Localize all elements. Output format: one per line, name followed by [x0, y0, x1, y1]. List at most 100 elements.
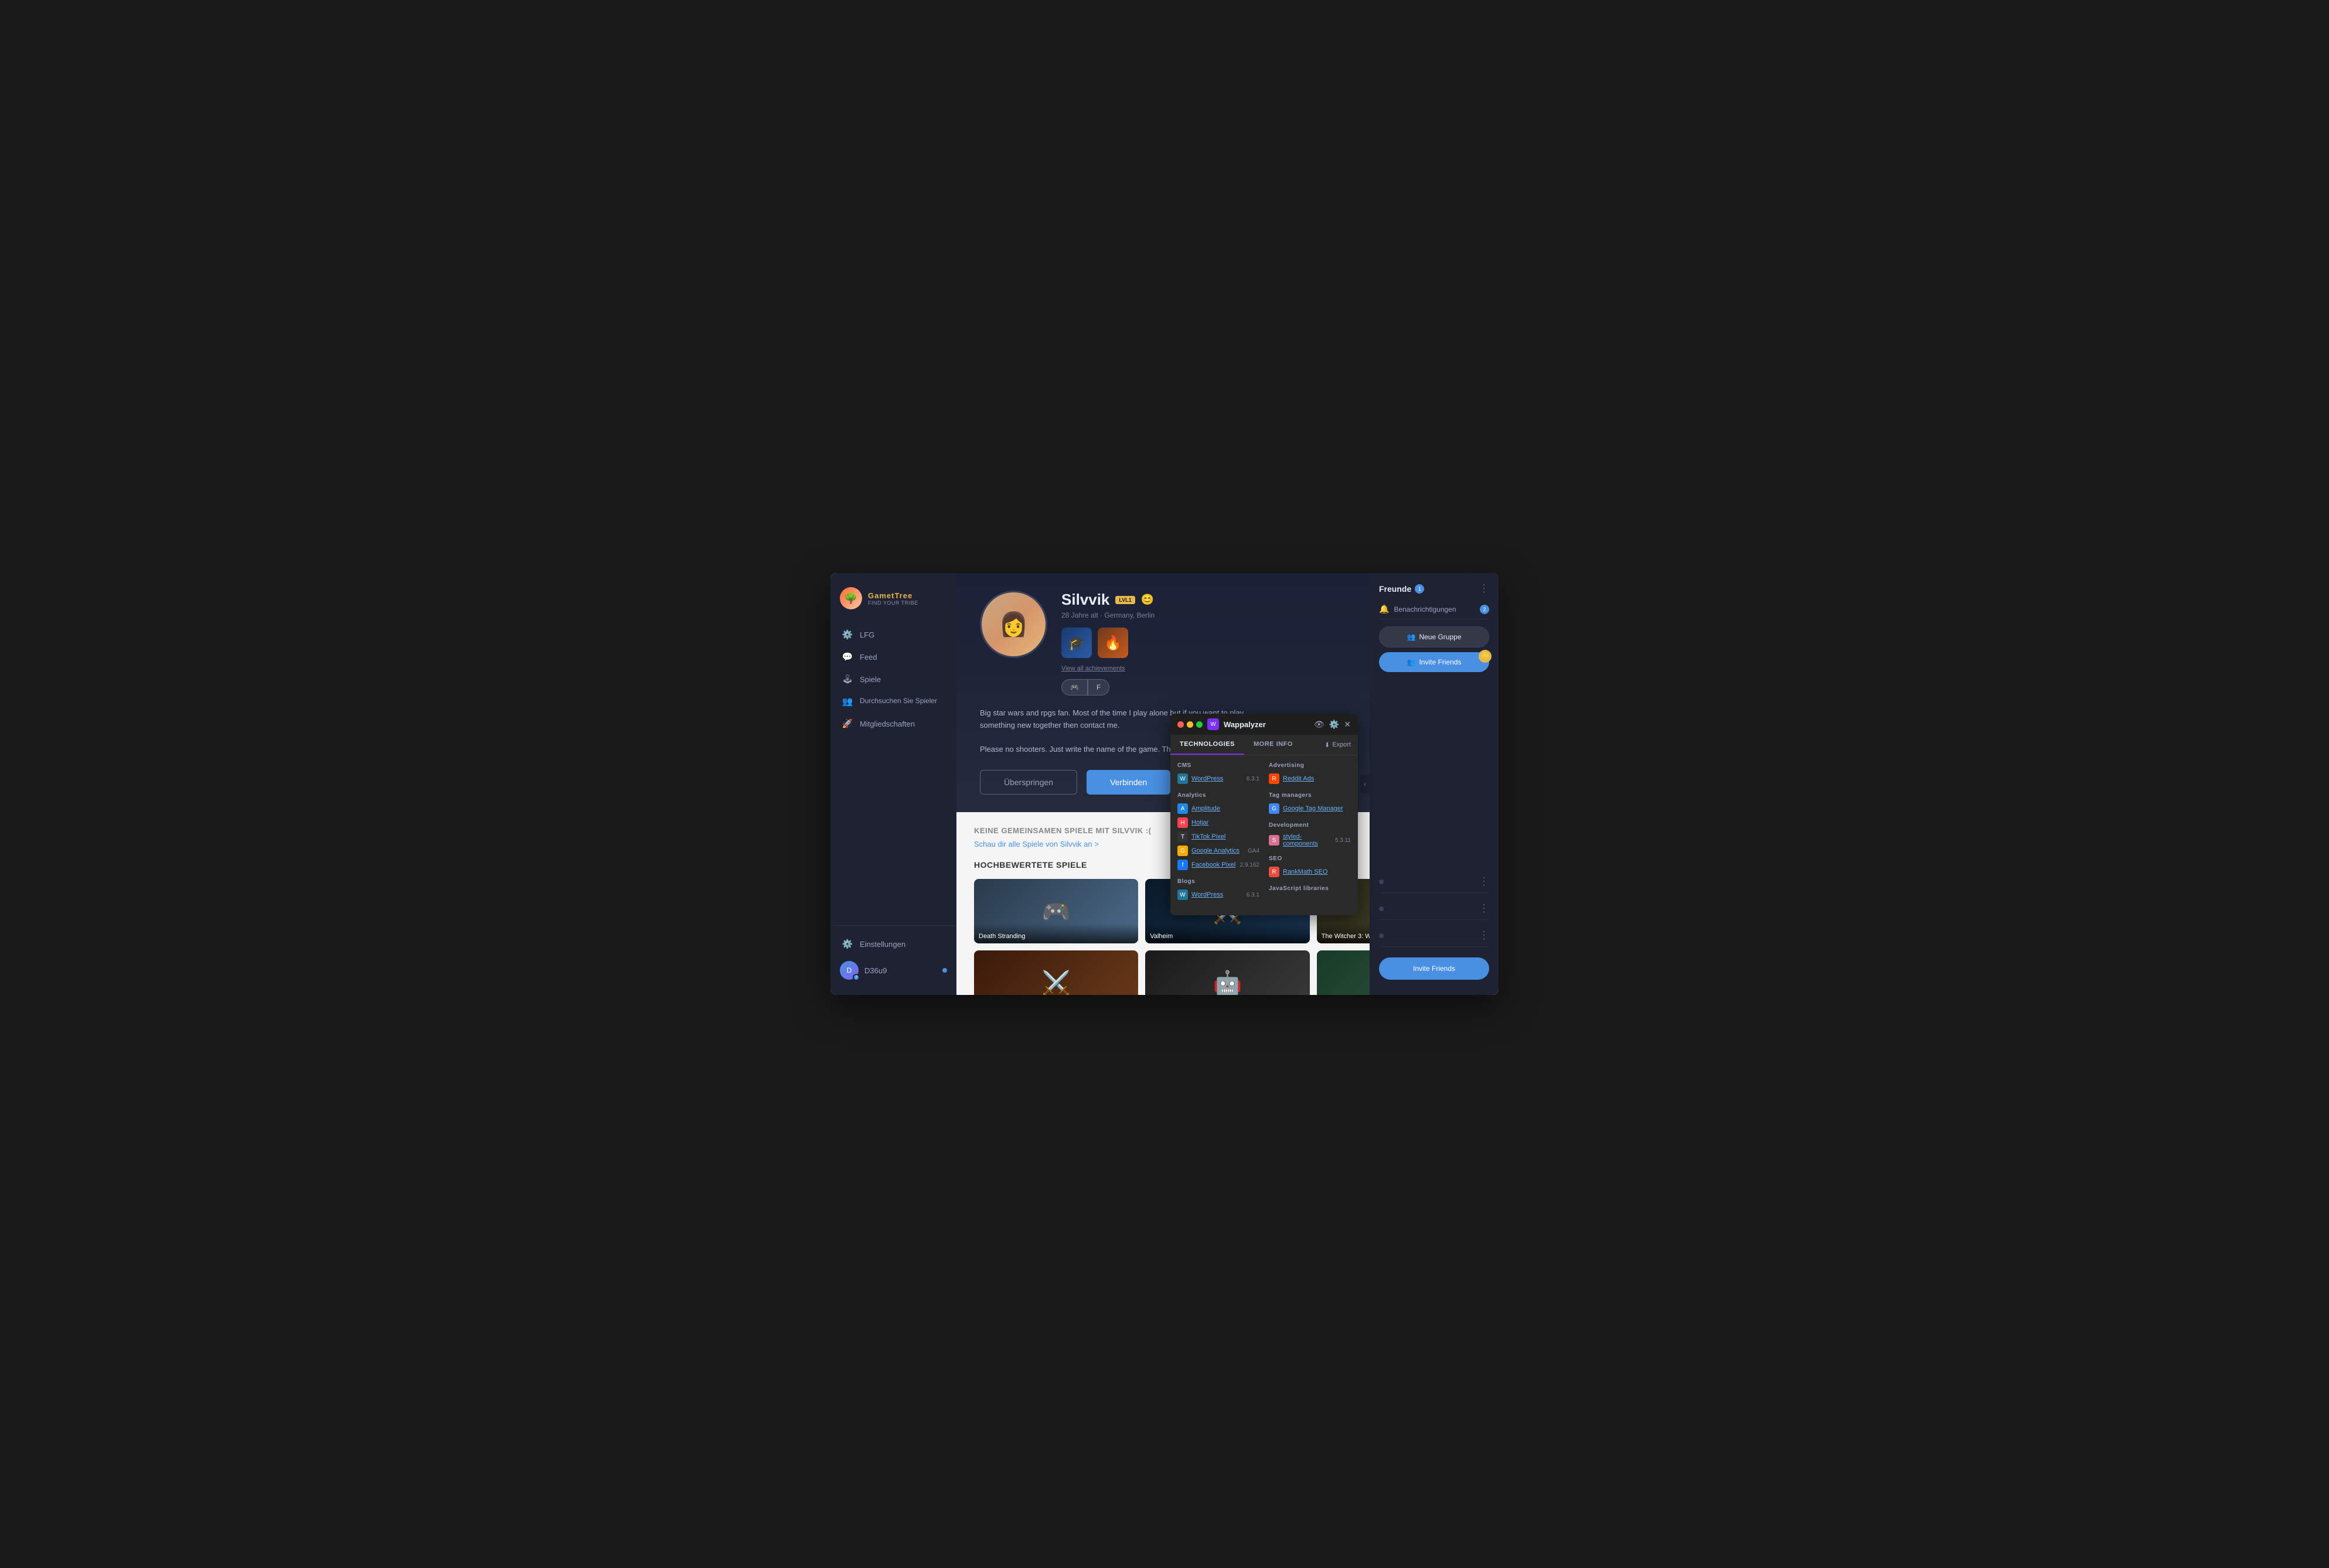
- nav-browse[interactable]: 👥 Durchsuchen Sie Spieler: [830, 690, 956, 713]
- invite-btn-2[interactable]: Invite Friends: [1379, 957, 1489, 980]
- tiktok-link[interactable]: TikTok Pixel: [1191, 833, 1225, 840]
- logo-icon: 🌳: [840, 587, 862, 609]
- user-badge: 7: [853, 974, 860, 981]
- cms-title: CMS: [1177, 762, 1259, 769]
- category-tag-managers: Tag managers G Google Tag Manager: [1269, 792, 1351, 814]
- invite-icon: 👥: [1407, 658, 1416, 666]
- new-group-button[interactable]: 👥 Neue Gruppe: [1379, 626, 1489, 647]
- wappalyzer-popup: W Wappalyzer 👁 ⚙️ ✕ TECHNOLOGIES MORE IN…: [1170, 714, 1358, 915]
- platform-epic[interactable]: F: [1088, 679, 1109, 696]
- tiktok-icon: T: [1177, 831, 1188, 842]
- game-card-unknown1[interactable]: 🤖: [1145, 950, 1309, 995]
- tab-more-info[interactable]: MORE INFO: [1244, 735, 1302, 755]
- export-icon: ⬇: [1324, 741, 1330, 749]
- ga-icon: G: [1177, 846, 1188, 856]
- rankmath-link[interactable]: RankMath SEO: [1283, 868, 1327, 875]
- wappalyzer-title: Wappalyzer: [1224, 720, 1309, 729]
- blog-wp-icon: W: [1177, 889, 1188, 900]
- invite-friends-button[interactable]: 👥 Invite Friends 🪙: [1379, 652, 1489, 672]
- tag-managers-title: Tag managers: [1269, 792, 1351, 799]
- friends-tab-label: Freunde: [1379, 584, 1411, 594]
- maximize-button[interactable]: [1196, 721, 1203, 728]
- game-card-metin[interactable]: ⚔️ Metin2: [974, 950, 1138, 995]
- section-dots-1[interactable]: ⋮: [1479, 875, 1489, 888]
- level-badge: LVL1: [1115, 596, 1135, 604]
- profile-emoji: 😊: [1141, 594, 1154, 606]
- minimize-button[interactable]: [1187, 721, 1193, 728]
- notifications-row[interactable]: 🔔 Benachrichtigungen 2: [1379, 599, 1489, 619]
- category-development: Development S styled-components 5.3.11: [1269, 822, 1351, 847]
- hotjar-link[interactable]: Hotjar: [1191, 819, 1208, 826]
- panel-toggle-chevron[interactable]: ‹: [1360, 775, 1370, 793]
- connect-button[interactable]: Verbinden: [1087, 770, 1170, 795]
- category-javascript: JavaScript libraries: [1269, 885, 1351, 892]
- wappalyzer-content: CMS W WordPress 6.3.1 Analytics A Amplit…: [1170, 755, 1358, 915]
- amplitude-link[interactable]: Amplitude: [1191, 805, 1220, 812]
- nav-memberships[interactable]: 🚀 Mitgliedschaften: [830, 713, 956, 735]
- notifications-label: Benachrichtigungen: [1394, 605, 1475, 613]
- ga-link[interactable]: Google Analytics: [1191, 847, 1240, 854]
- logo-tagline: FIND YOUR TRIBE: [868, 600, 918, 606]
- fb-link[interactable]: Facebook Pixel: [1191, 861, 1235, 868]
- styled-icon: S: [1269, 835, 1279, 846]
- nav-games[interactable]: 🕹 Spiele: [830, 668, 956, 690]
- coin-badge: 🪙: [1479, 650, 1492, 663]
- section-dots-2[interactable]: ⋮: [1479, 902, 1489, 915]
- group-icon: 👥: [1407, 633, 1416, 641]
- wappalyzer-logo: W: [1207, 718, 1219, 730]
- category-blogs: Blogs W WordPress 6.3.1: [1177, 878, 1259, 900]
- nav-lfg[interactable]: ⚙️ LFG: [830, 623, 956, 646]
- close-button[interactable]: [1177, 721, 1184, 728]
- profile-avatar: 👩: [980, 591, 1047, 658]
- wordpress-link[interactable]: WordPress: [1191, 775, 1223, 782]
- user-avatar: D 7: [840, 961, 859, 980]
- gear-icon[interactable]: ⚙️: [1329, 720, 1339, 730]
- current-user[interactable]: D 7 D36u9: [830, 955, 956, 986]
- settings-icon: ⚙️: [842, 939, 853, 949]
- advertising-reddit: R Reddit Ads: [1269, 773, 1351, 784]
- analytics-ga: G Google Analytics GA4: [1177, 846, 1259, 856]
- eye-icon[interactable]: 👁: [1314, 720, 1324, 730]
- analytics-title: Analytics: [1177, 792, 1259, 799]
- blogs-title: Blogs: [1177, 878, 1259, 885]
- tagmanager-gtm: G Google Tag Manager: [1269, 803, 1351, 814]
- seo-title: SEO: [1269, 855, 1351, 862]
- close-icon[interactable]: ✕: [1344, 720, 1351, 730]
- logo: 🌳 GametTree FIND YOUR TRIBE: [830, 582, 956, 623]
- game-card-death-stranding[interactable]: 🎮 Death Stranding: [974, 879, 1138, 943]
- seo-rankmath: R RankMath SEO: [1269, 867, 1351, 877]
- tab-technologies[interactable]: TECHNOLOGIES: [1170, 735, 1244, 755]
- panel-options[interactable]: ⋮: [1479, 582, 1489, 595]
- fb-icon: f: [1177, 860, 1188, 870]
- user-online-dot: [942, 968, 947, 973]
- notifications-badge: 2: [1480, 605, 1489, 614]
- platform-xbox[interactable]: 🎮: [1061, 679, 1088, 696]
- browse-icon: 👥: [842, 696, 853, 707]
- logo-name: GametTree: [868, 591, 918, 600]
- memberships-icon: 🚀: [842, 718, 853, 729]
- analytics-hotjar: H Hotjar: [1177, 817, 1259, 828]
- javascript-title: JavaScript libraries: [1269, 885, 1351, 892]
- cms-wordpress: W WordPress 6.3.1: [1177, 773, 1259, 784]
- gtm-link[interactable]: Google Tag Manager: [1283, 805, 1343, 812]
- wappalyzer-tabs: TECHNOLOGIES MORE INFO ⬇ Export: [1170, 735, 1358, 755]
- styled-link[interactable]: styled-components: [1283, 833, 1332, 847]
- sidebar: 🌳 GametTree FIND YOUR TRIBE ⚙️ LFG 💬 Fee…: [830, 573, 956, 995]
- rankmath-icon: R: [1269, 867, 1279, 877]
- category-advertising: Advertising R Reddit Ads: [1269, 762, 1351, 784]
- bell-icon: 🔔: [1379, 604, 1389, 614]
- analytics-fb: f Facebook Pixel 2.9.162: [1177, 860, 1259, 870]
- section-dots-3[interactable]: ⋮: [1479, 929, 1489, 942]
- blog-wp-link[interactable]: WordPress: [1191, 891, 1223, 898]
- gtm-icon: G: [1269, 803, 1279, 814]
- game-label-valheim: Valheim: [1145, 923, 1309, 943]
- nav-feed[interactable]: 💬 Feed: [830, 646, 956, 668]
- category-seo: SEO R RankMath SEO: [1269, 855, 1351, 877]
- export-button[interactable]: ⬇ Export: [1317, 735, 1358, 755]
- profile-name: Silvvik: [1061, 591, 1109, 609]
- reddit-link[interactable]: Reddit Ads: [1283, 775, 1314, 782]
- hotjar-icon: H: [1177, 817, 1188, 828]
- skip-button[interactable]: Überspringen: [980, 770, 1077, 795]
- wappalyzer-titlebar: W Wappalyzer 👁 ⚙️ ✕: [1170, 714, 1358, 735]
- nav-settings[interactable]: ⚙️ Einstellungen: [830, 933, 956, 955]
